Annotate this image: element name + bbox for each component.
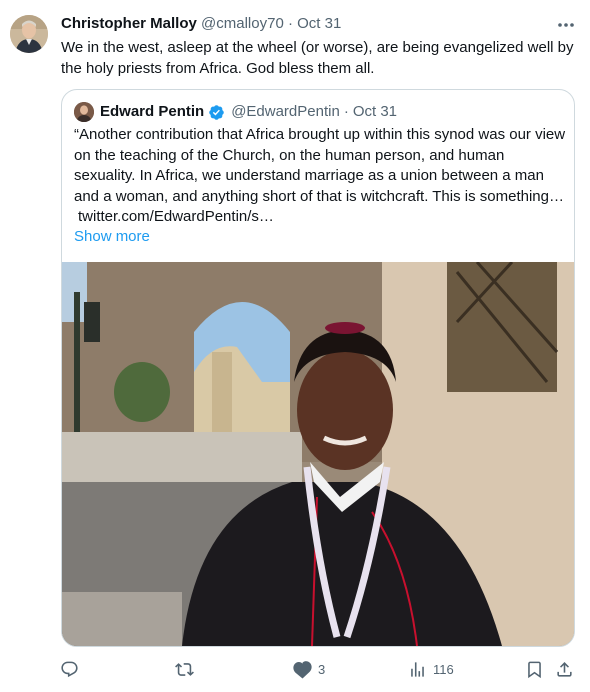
author-avatar[interactable] bbox=[10, 15, 48, 53]
quoted-tweet-body: “Another contribution that Africa brough… bbox=[74, 126, 566, 205]
action-bar: 3 116 bbox=[0, 652, 590, 686]
tweet-text: We in the west, asleep at the wheel (or … bbox=[61, 39, 574, 77]
like-count: 3 bbox=[318, 661, 326, 677]
verified-badge-icon bbox=[209, 104, 224, 120]
show-more-link[interactable]: Show more bbox=[74, 227, 150, 247]
quoted-tweet-link[interactable]: twitter.com/EdwardPentin/s… bbox=[78, 208, 274, 225]
quoted-tweet-date[interactable]: Oct 31 bbox=[353, 102, 397, 122]
quoted-tweet-text: “Another contribution that Africa brough… bbox=[74, 125, 566, 228]
quoted-tweet-photo[interactable] bbox=[62, 260, 574, 646]
reply-icon bbox=[61, 661, 78, 677]
separator: · bbox=[343, 103, 349, 120]
quoted-author-name[interactable]: Edward Pentin bbox=[100, 102, 204, 122]
views-count: 116 bbox=[433, 661, 454, 677]
quoted-author-avatar[interactable] bbox=[74, 102, 94, 122]
tweet[interactable]: Christopher Malloy @cmalloy70 · Oct 31 W… bbox=[0, 0, 590, 692]
share-button[interactable] bbox=[555, 652, 574, 686]
quoted-tweet[interactable]: Edward Pentin @EdwardPentin · Oct 31 “An… bbox=[61, 89, 575, 647]
views-button[interactable]: 116 bbox=[408, 652, 454, 686]
quoted-tweet-header: Edward Pentin @EdwardPentin · Oct 31 bbox=[100, 102, 397, 122]
share-icon bbox=[557, 661, 572, 677]
author-name[interactable]: Christopher Malloy bbox=[61, 15, 197, 32]
bookmark-icon bbox=[528, 661, 541, 678]
like-button[interactable]: 3 bbox=[293, 652, 325, 686]
retweet-icon bbox=[175, 662, 194, 676]
tweet-header: Christopher Malloy @cmalloy70 · Oct 31 bbox=[61, 15, 341, 33]
separator: · bbox=[287, 15, 293, 32]
more-icon[interactable] bbox=[556, 17, 576, 33]
retweet-button[interactable] bbox=[175, 652, 200, 686]
bookmark-button[interactable] bbox=[525, 652, 544, 686]
quoted-author-handle[interactable]: @EdwardPentin bbox=[231, 102, 340, 122]
views-icon bbox=[411, 661, 424, 677]
author-handle[interactable]: @cmalloy70 bbox=[201, 15, 284, 32]
like-icon bbox=[293, 660, 312, 678]
reply-button[interactable] bbox=[60, 652, 85, 686]
tweet-date[interactable]: Oct 31 bbox=[297, 15, 341, 32]
